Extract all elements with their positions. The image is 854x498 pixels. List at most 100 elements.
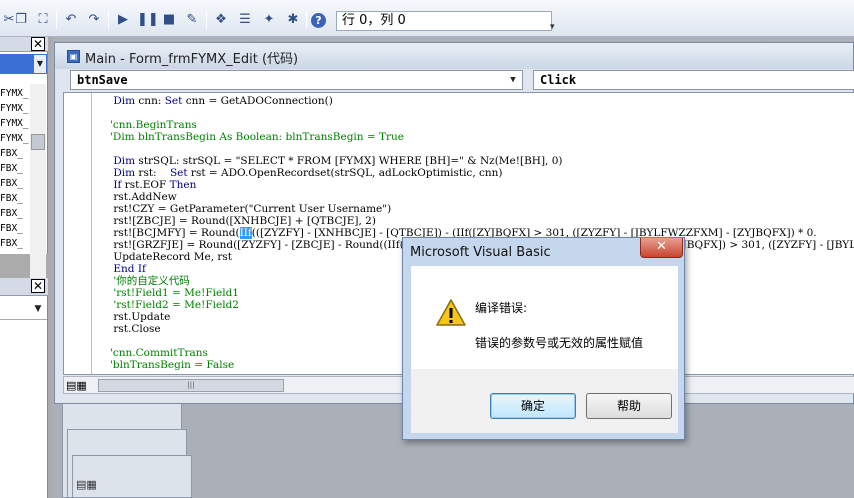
code-keyword: Then xyxy=(169,179,197,191)
module-list-item[interactable]: FBX_ xyxy=(0,162,23,175)
module-icon: ▣ xyxy=(67,50,80,63)
module-list-item[interactable]: FYMX_ xyxy=(0,132,29,145)
undo-icon[interactable]: ↶ xyxy=(62,11,80,29)
code-comment: 'Dim blnTransBegin As Boolean: blnTransB… xyxy=(100,131,405,143)
close-icon[interactable]: ✕ xyxy=(31,279,45,293)
help-button[interactable]: 帮助 xyxy=(586,393,672,419)
code-comment: '你的自定义代码 xyxy=(100,275,190,287)
chevron-down-icon[interactable]: ▼ xyxy=(30,301,46,317)
module-list-item[interactable]: FYMX_ xyxy=(0,117,29,130)
error-message: 错误的参数号或无效的属性赋值 xyxy=(475,336,644,350)
reset-icon[interactable]: ■ xyxy=(160,11,178,29)
code-line: rst.AddNew xyxy=(100,191,854,203)
code-comment: 'cnn.BeginTrans xyxy=(100,119,197,131)
project-combo[interactable]: ▼ xyxy=(0,54,47,74)
scrollbar-thumb[interactable] xyxy=(31,134,45,150)
module-list-item[interactable]: FYMX_ xyxy=(0,87,29,100)
code-keyword: Dim xyxy=(113,155,136,167)
code-text: cnn: xyxy=(135,95,165,107)
ok-button[interactable]: 确定 xyxy=(490,393,576,419)
object-dropdown[interactable]: btnSave ▼ xyxy=(70,70,523,90)
error-dialog: Microsoft Visual Basic ✕ 编译错误: 错误的参数号或无效… xyxy=(402,237,685,440)
panel-header: ✕ xyxy=(0,37,48,52)
cursor-position-readout: 行 0，列 0 xyxy=(336,11,552,31)
code-keyword: Set xyxy=(164,95,183,107)
code-text: rst.Update xyxy=(100,311,171,323)
module-list-item[interactable]: FBX_ xyxy=(0,222,23,235)
copy-icon[interactable]: ❐ xyxy=(12,11,30,29)
toolbox-icon[interactable]: ✱ xyxy=(284,11,302,29)
project-explorer-panel: ✕ ▼ FYMX_ FYMX_ FYMX_ FYMX_ FBX_ FBX_ FBX_ FBX_… xyxy=(0,37,48,288)
code-window-title: Main - Form_frmFYMX_Edit (代码) xyxy=(85,52,299,67)
code-text: cnn = GetADOConnection() xyxy=(182,95,333,107)
module-list-item[interactable]: FBX_ xyxy=(0,237,23,250)
procedure-dropdown[interactable]: Click xyxy=(533,70,854,90)
code-text: rst = ADO.OpenRecordset(strSQL, adLockOp… xyxy=(187,167,503,179)
code-line: If rst.EOF Then xyxy=(100,179,854,191)
properties-icon[interactable]: ☰ xyxy=(236,11,254,29)
code-keyword: End If xyxy=(113,263,146,275)
code-comment: 'rst!Field1 = Me!Field1 xyxy=(100,287,239,299)
find-icon[interactable]: ⛶ xyxy=(34,11,52,29)
minimized-code-window[interactable]: ▤▦ xyxy=(72,455,192,498)
code-line: rst!CZY = GetParameter("Current User Use… xyxy=(100,203,854,215)
panel-header: ✕ xyxy=(0,278,48,296)
object-combo[interactable]: ▼ xyxy=(0,300,47,320)
module-list-item[interactable]: FBX_ xyxy=(0,192,23,205)
code-line: 'Dim blnTransBegin As Boolean: blnTransB… xyxy=(100,131,854,143)
module-list-item[interactable]: FYMX_ xyxy=(0,102,29,115)
code-comment: 'rst!Field2 = Me!Field2 xyxy=(100,299,239,311)
code-line: Dim strSQL: strSQL = "SELECT * FROM [FYM… xyxy=(100,155,854,167)
view-buttons-icon[interactable]: ▤▦ xyxy=(76,478,97,491)
help-icon[interactable]: ? xyxy=(311,13,326,28)
design-mode-icon[interactable]: ✎ xyxy=(183,11,201,29)
code-line: Dim cnn: Set cnn = GetADOConnection() xyxy=(100,95,854,107)
close-button[interactable]: ✕ xyxy=(640,238,683,258)
code-text: rst: xyxy=(135,167,170,179)
chevron-down-icon[interactable]: ▼ xyxy=(34,55,46,73)
break-icon[interactable]: ❚❚ xyxy=(137,11,159,29)
toolbar-options-icon[interactable]: ▾ xyxy=(550,22,555,32)
code-margin-indicator-bar[interactable] xyxy=(64,93,92,374)
code-text: strSQL: strSQL = "SELECT * FROM [FYMX] W… xyxy=(135,155,563,167)
code-line: Dim rst: Set rst = ADO.OpenRecordset(str… xyxy=(100,167,854,179)
code-keyword: Set xyxy=(169,167,188,179)
close-icon[interactable]: ✕ xyxy=(31,37,45,51)
code-selection: IIf xyxy=(239,227,252,239)
module-list-item[interactable]: FBX_ xyxy=(0,147,23,160)
procedure-view-icon[interactable]: ▤▦ xyxy=(66,379,87,392)
redo-icon[interactable]: ↷ xyxy=(85,11,103,29)
dialog-title: Microsoft Visual Basic xyxy=(410,245,551,260)
code-line: 'cnn.BeginTrans xyxy=(100,119,854,131)
module-list-item[interactable]: FBX_ xyxy=(0,177,23,190)
project-explorer-icon[interactable]: ❖ xyxy=(212,11,230,29)
object-dropdown-value: btnSave xyxy=(77,73,128,87)
code-keyword: Dim xyxy=(113,167,136,179)
object-browser-icon[interactable]: ✦ xyxy=(260,11,278,29)
procedure-dropdown-value: Click xyxy=(540,73,577,87)
run-icon[interactable]: ▶ xyxy=(114,11,132,29)
properties-panel: ✕ ▼ xyxy=(0,278,48,498)
code-keyword: Dim xyxy=(113,95,136,107)
warning-icon xyxy=(436,299,466,326)
code-text: rst.Close xyxy=(100,323,161,335)
code-comment: 'cnn.CommitTrans xyxy=(100,347,208,359)
code-text: rst.EOF xyxy=(121,179,170,191)
code-line: rst![ZBCJE] = Round([XNHBCJE] + [QTBCJE]… xyxy=(100,215,854,227)
code-text: rst![BCJMFY] = Round( xyxy=(100,227,240,239)
scrollbar-thumb[interactable]: ||| xyxy=(98,379,284,392)
module-list-item[interactable]: FBX_ xyxy=(0,207,23,220)
code-text: rst!CZY = GetParameter("Current User Use… xyxy=(100,203,392,215)
chevron-down-icon[interactable]: ▼ xyxy=(505,72,521,88)
code-window-titlebar[interactable]: ▣ Main - Form_frmFYMX_Edit (代码) xyxy=(55,43,853,69)
code-text: UpdateRecord Me, rst xyxy=(100,251,233,263)
code-text: rst.AddNew xyxy=(100,191,177,203)
vertical-scrollbar[interactable] xyxy=(30,84,46,288)
